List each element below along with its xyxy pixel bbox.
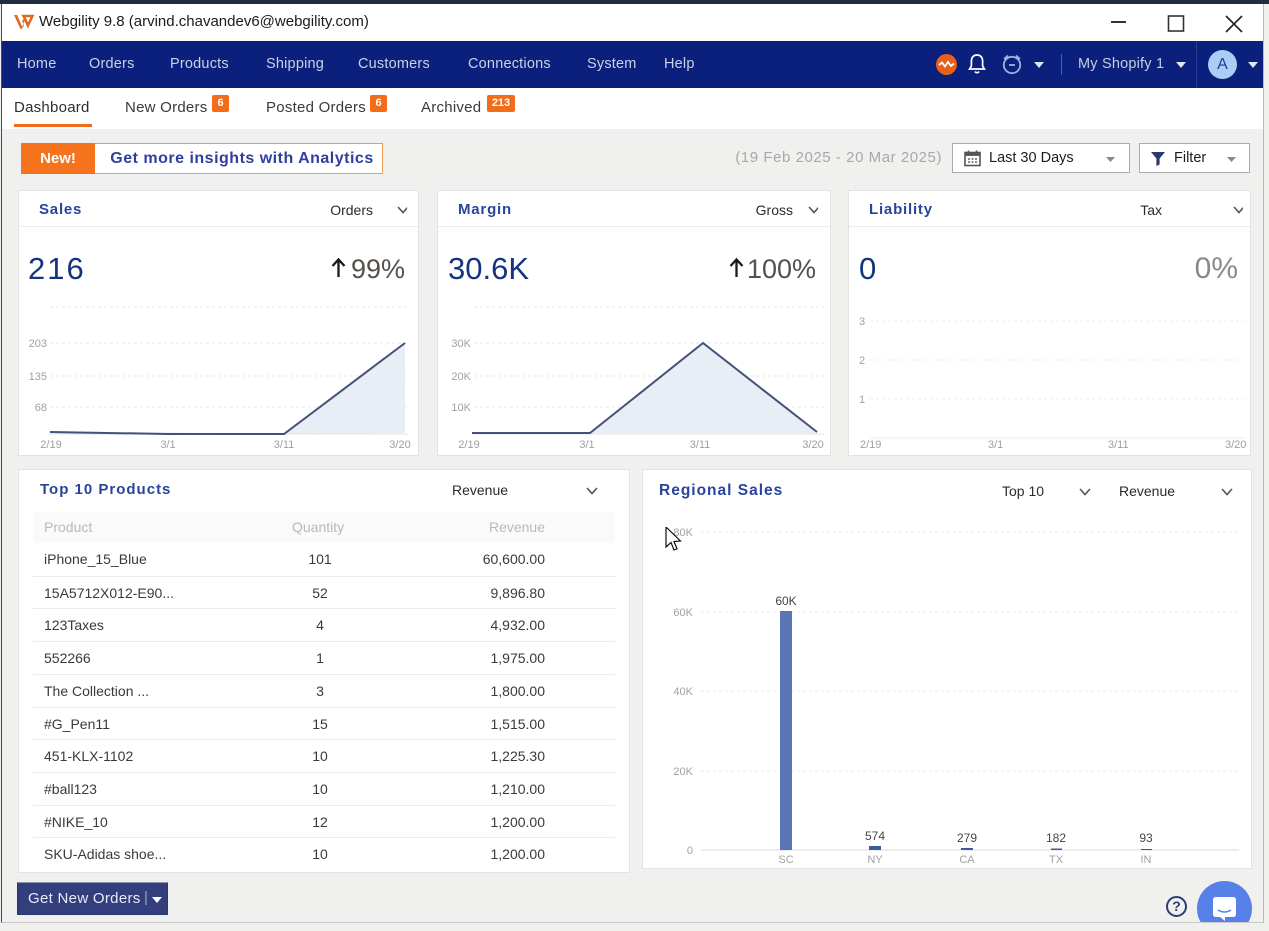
svg-text:3/11: 3/11 (1108, 439, 1129, 451)
svg-text:CA: CA (959, 854, 975, 866)
svg-text:10K: 10K (451, 402, 471, 414)
svg-text:2: 2 (859, 355, 865, 367)
svg-text:60K: 60K (775, 594, 796, 608)
svg-text:3/20: 3/20 (1225, 439, 1246, 451)
svg-text:0: 0 (687, 845, 693, 857)
svg-text:3/20: 3/20 (802, 439, 823, 451)
svg-text:1: 1 (859, 394, 865, 406)
svg-text:20K: 20K (451, 371, 471, 383)
svg-text:3/11: 3/11 (690, 439, 711, 451)
svg-text:279: 279 (957, 831, 977, 845)
svg-text:93: 93 (1139, 831, 1153, 845)
svg-text:3/11: 3/11 (274, 439, 295, 451)
svg-text:NY: NY (867, 854, 883, 866)
svg-text:135: 135 (29, 371, 47, 383)
svg-text:SC: SC (778, 854, 793, 866)
svg-text:3/20: 3/20 (389, 439, 410, 451)
svg-text:2/19: 2/19 (458, 439, 479, 451)
svg-text:2/19: 2/19 (860, 439, 881, 451)
svg-text:203: 203 (29, 338, 47, 350)
svg-text:68: 68 (35, 402, 47, 414)
svg-text:60K: 60K (673, 607, 693, 619)
svg-text:IN: IN (1141, 854, 1152, 866)
svg-text:30K: 30K (451, 338, 471, 350)
svg-text:2/19: 2/19 (40, 439, 61, 451)
svg-text:3/1: 3/1 (988, 439, 1003, 451)
svg-text:182: 182 (1046, 831, 1066, 845)
svg-text:574: 574 (865, 829, 885, 843)
svg-text:20K: 20K (673, 766, 693, 778)
svg-text:3/1: 3/1 (160, 439, 175, 451)
svg-text:TX: TX (1049, 854, 1064, 866)
svg-text:40K: 40K (673, 686, 693, 698)
svg-text:3/1: 3/1 (579, 439, 594, 451)
svg-text:3: 3 (859, 316, 865, 328)
